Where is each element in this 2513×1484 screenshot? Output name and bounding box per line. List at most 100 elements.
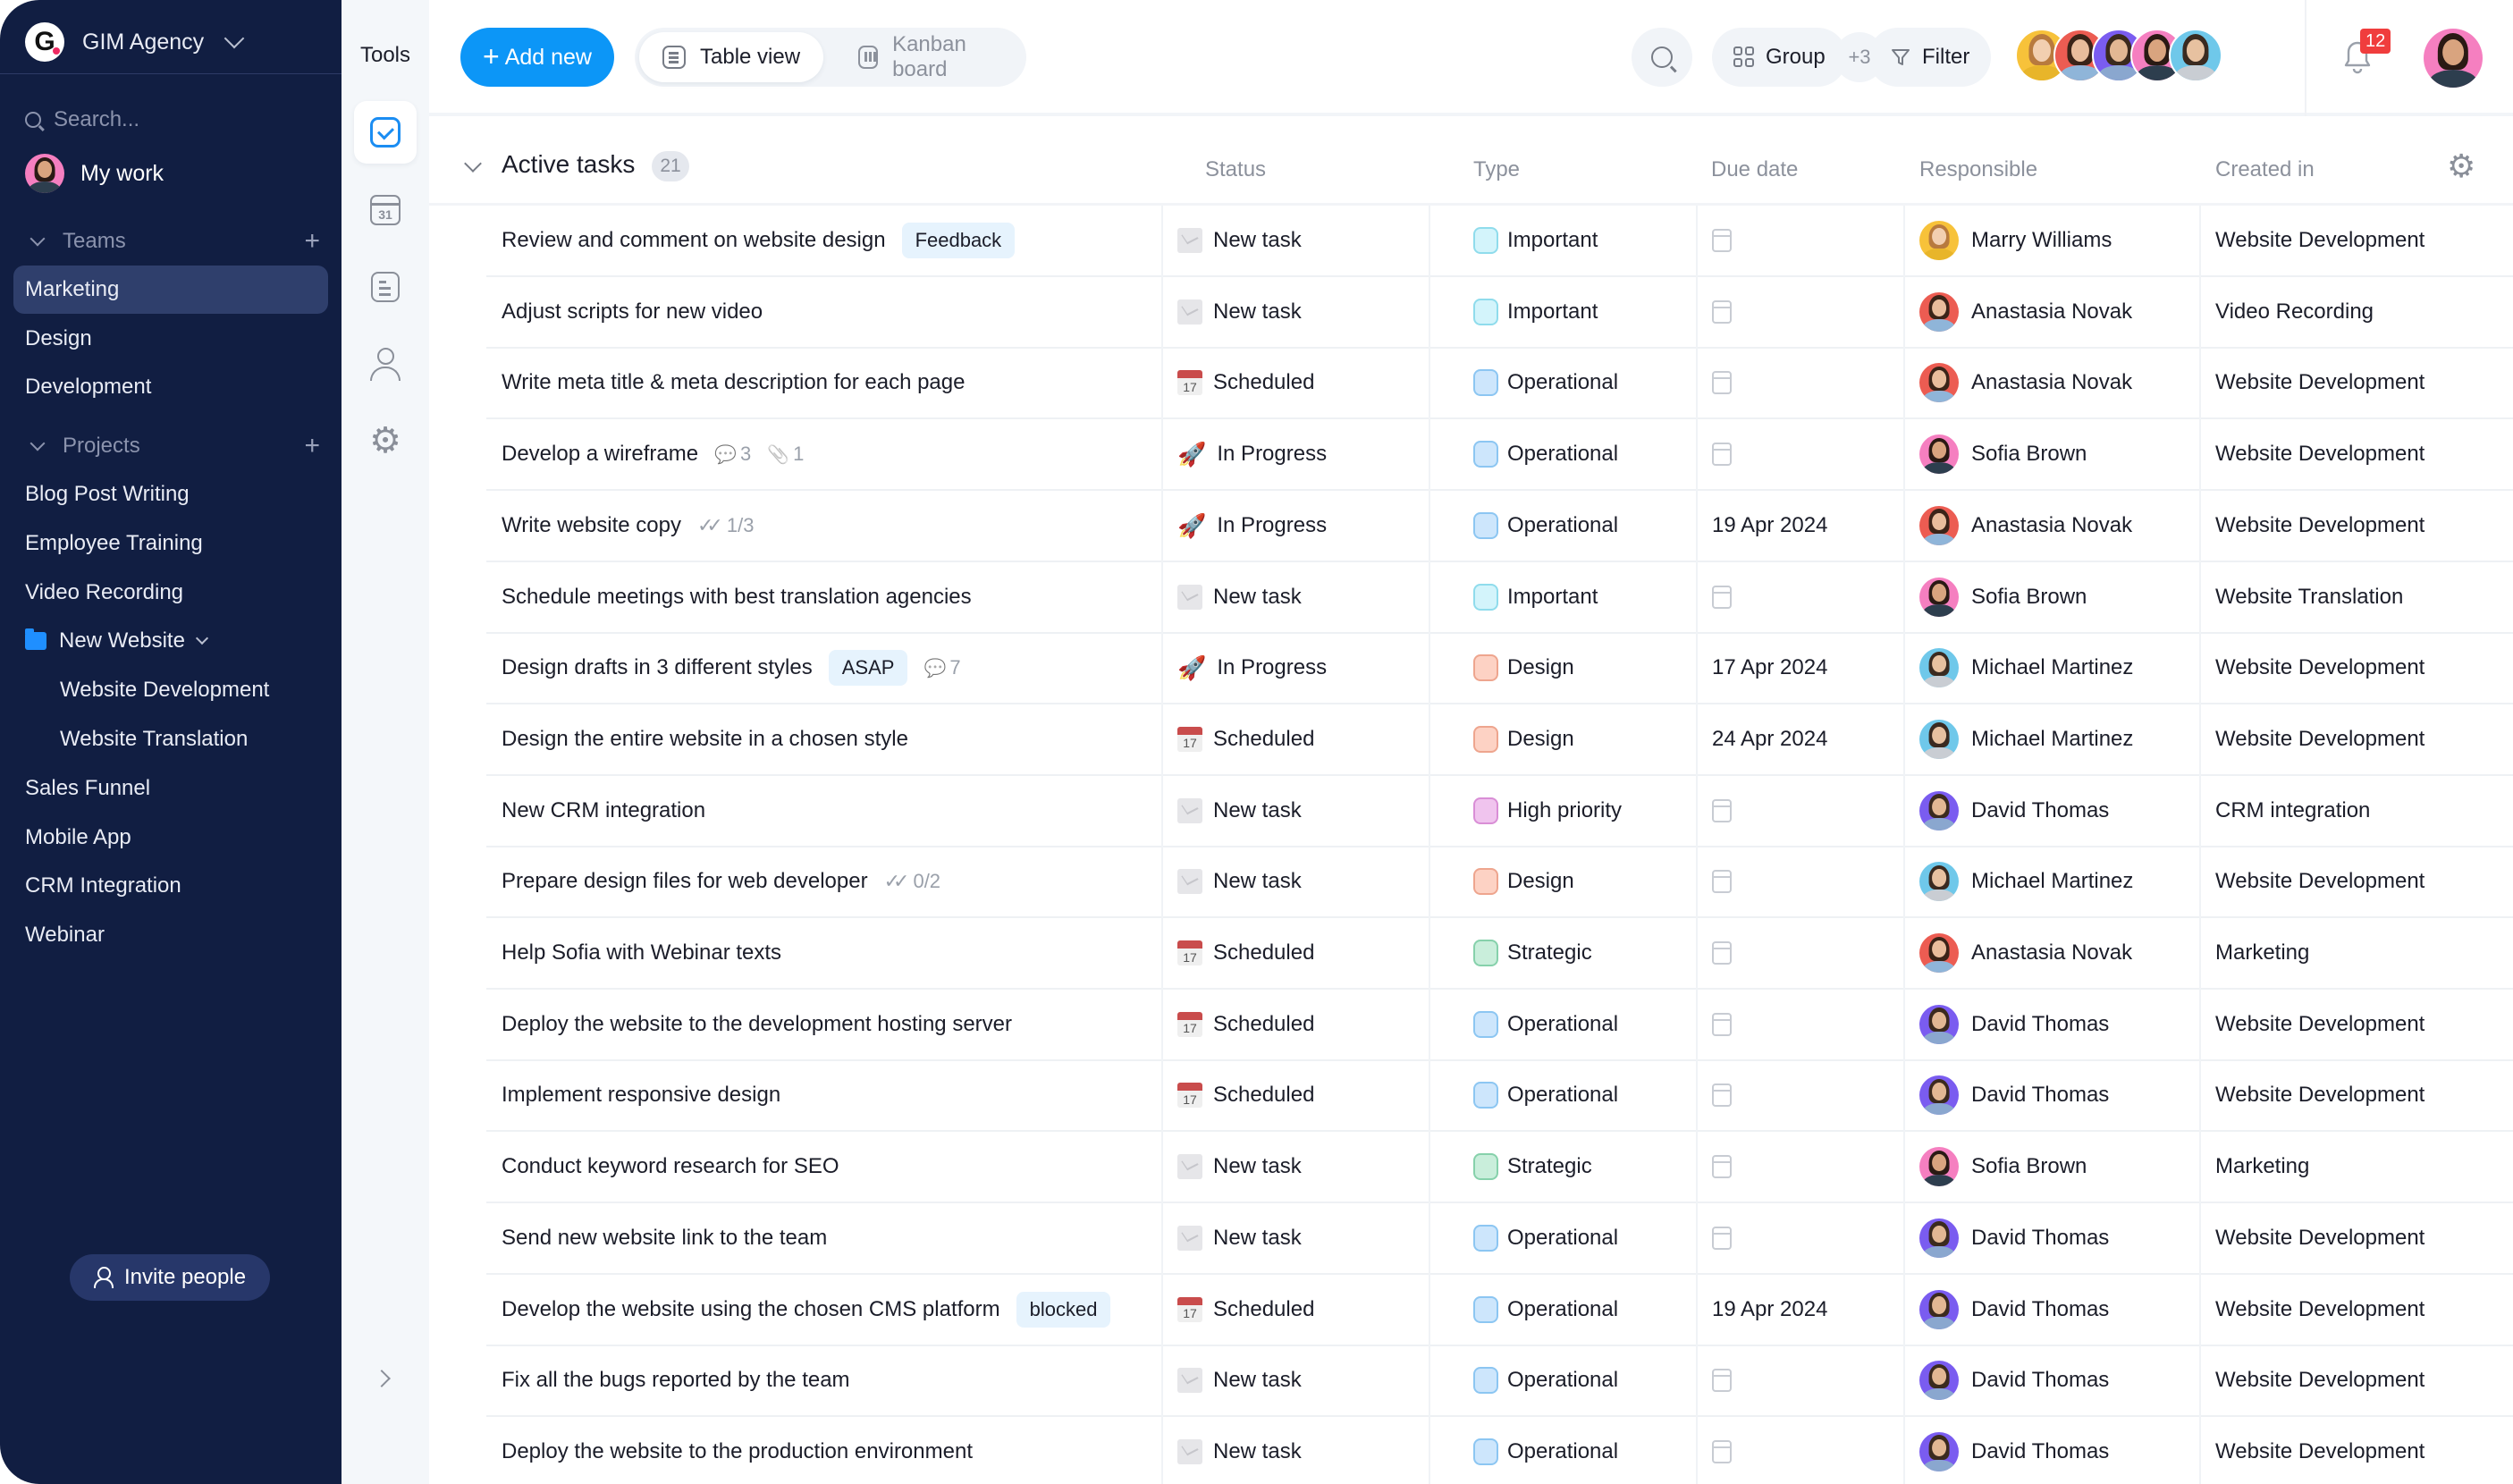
projects-section-header[interactable]: Projects + [25,428,320,464]
responsible-cell[interactable]: David Thomas [1919,1275,2109,1345]
attachments-count[interactable]: 📎 1 [767,443,804,466]
created-in-cell[interactable]: Website Development [2215,491,2424,561]
column-header-status[interactable]: Status [1205,157,1266,182]
table-row[interactable]: Deploy the website to the production env… [486,1416,2513,1484]
sidebar-item-my-work[interactable]: My work [25,154,164,193]
table-settings-gear-icon[interactable]: ⚙ [2447,150,2475,182]
sidebar-item-project[interactable]: Video Recording [13,569,328,617]
due-date-cell[interactable]: 19 Apr 2024 [1712,491,1827,561]
status-cell[interactable]: 17 Scheduled [1177,918,1314,988]
tool-documents[interactable] [354,256,417,318]
type-cell[interactable]: Important [1473,277,1598,347]
type-cell[interactable]: Operational [1473,1060,1618,1130]
calendar-placeholder-icon[interactable] [1712,1155,1732,1179]
created-in-cell[interactable]: CRM integration [2215,776,2370,846]
type-cell[interactable]: Design [1473,704,1574,774]
created-in-cell[interactable]: Website Translation [2215,562,2403,632]
type-cell[interactable]: Operational [1473,1417,1618,1484]
task-title-cell[interactable]: Write website copy ✓✓ 1/3 [502,491,754,561]
due-date-cell[interactable] [1712,419,1732,489]
task-title-cell[interactable]: Implement responsive design [502,1060,780,1130]
table-row[interactable]: Develop the website using the chosen CMS… [486,1274,2513,1346]
type-cell[interactable]: Operational [1473,990,1618,1059]
task-title-cell[interactable]: Help Sofia with Webinar texts [502,918,781,988]
tab-table-view[interactable]: Table view [639,32,824,82]
members-avatars[interactable] [2015,29,2222,86]
type-cell[interactable]: Operational [1473,1345,1618,1415]
responsible-cell[interactable]: Sofia Brown [1919,1132,2087,1202]
type-cell[interactable]: Design [1473,847,1574,916]
table-row[interactable]: Implement responsive design 17 Scheduled Op… [486,1060,2513,1133]
responsible-cell[interactable]: David Thomas [1919,1417,2109,1484]
status-cell[interactable]: 17 Scheduled [1177,990,1314,1059]
task-title-cell[interactable]: Deploy the website to the development ho… [502,990,1012,1059]
task-title[interactable]: Schedule meetings with best translation … [502,585,972,610]
due-date-cell[interactable] [1712,990,1732,1059]
status-cell[interactable]: 🚀 In Progress [1177,491,1327,561]
due-date-cell[interactable] [1712,847,1732,916]
created-in-cell[interactable]: Website Development [2215,990,2424,1059]
task-title[interactable]: Review and comment on website design [502,228,886,253]
sidebar-item-project[interactable]: Mobile App [13,814,328,862]
created-in-cell[interactable]: Marketing [2215,918,2309,988]
task-title[interactable]: Design the entire website in a chosen st… [502,727,908,752]
responsible-cell[interactable]: David Thomas [1919,990,2109,1059]
responsible-cell[interactable]: Michael Martinez [1919,633,2133,703]
calendar-placeholder-icon[interactable] [1712,229,1732,252]
status-cell[interactable]: New task [1177,847,1302,916]
table-row[interactable]: New CRM integration New task High priority… [486,775,2513,847]
subtasks-progress[interactable]: ✓✓ 1/3 [697,514,754,537]
collapse-chevron-icon[interactable] [464,155,482,173]
group-button[interactable]: Group [1712,28,1847,87]
task-title[interactable]: Prepare design files for web developer [502,869,868,894]
created-in-cell[interactable]: Website Development [2215,1417,2424,1484]
type-cell[interactable]: Operational [1473,419,1618,489]
type-cell[interactable]: Operational [1473,348,1618,417]
calendar-placeholder-icon[interactable] [1712,1369,1732,1393]
task-title[interactable]: Adjust scripts for new video [502,299,763,325]
created-in-cell[interactable]: Website Development [2215,1275,2424,1345]
task-title-cell[interactable]: Design drafts in 3 different styles ASAP 💬… [502,633,961,703]
task-title[interactable]: New CRM integration [502,798,705,823]
add-project-icon[interactable]: + [304,433,320,460]
sidebar-item-team[interactable]: Design [13,315,328,363]
created-in-cell[interactable]: Marketing [2215,1132,2309,1202]
sidebar-item-project[interactable]: Website Translation [13,715,328,763]
task-title-cell[interactable]: Conduct keyword research for SEO [502,1132,839,1202]
created-in-cell[interactable]: Website Development [2215,704,2424,774]
expand-chevron-right-icon[interactable] [373,1370,391,1387]
tab-kanban-board[interactable]: Kanban board [835,32,1026,82]
task-title[interactable]: Implement responsive design [502,1083,780,1108]
type-cell[interactable]: Important [1473,562,1598,632]
task-title[interactable]: Help Sofia with Webinar texts [502,940,781,965]
task-title[interactable]: Design drafts in 3 different styles [502,655,813,680]
table-row[interactable]: Design drafts in 3 different styles ASAP 💬… [486,633,2513,705]
created-in-cell[interactable]: Website Development [2215,847,2424,916]
comments-count[interactable]: 💬 7 [923,656,960,679]
sidebar-search[interactable]: Search... [25,100,139,139]
search-button[interactable] [1632,28,1692,87]
calendar-placeholder-icon[interactable] [1712,299,1732,324]
responsible-cell[interactable]: Michael Martinez [1919,847,2133,916]
responsible-cell[interactable]: David Thomas [1919,1203,2109,1273]
column-header-created-in[interactable]: Created in [2215,157,2315,182]
status-cell[interactable]: 17 Scheduled [1177,704,1314,774]
task-title[interactable]: Deploy the website to the development ho… [502,1012,1012,1037]
sidebar-item-team[interactable]: Marketing [13,266,328,314]
due-date-cell[interactable] [1712,206,1732,275]
calendar-placeholder-icon[interactable] [1712,1439,1732,1463]
table-row[interactable]: Schedule meetings with best translation … [486,561,2513,634]
calendar-placeholder-icon[interactable] [1712,585,1732,609]
status-cell[interactable]: New task [1177,206,1302,275]
task-title-cell[interactable]: Fix all the bugs reported by the team [502,1345,850,1415]
table-row[interactable]: Adjust scripts for new video New task Impo… [486,276,2513,349]
table-row[interactable]: Develop a wireframe 💬 3 📎 1 🚀 In Progress Opera… [486,419,2513,492]
due-date-cell[interactable] [1712,1060,1732,1130]
add-team-icon[interactable]: + [304,228,320,255]
member-avatar[interactable] [2169,29,2222,82]
task-title-cell[interactable]: Send new website link to the team [502,1203,827,1273]
task-title[interactable]: Write website copy [502,513,681,538]
due-date-cell[interactable]: 19 Apr 2024 [1712,1275,1827,1345]
table-row[interactable]: Write meta title & meta description for … [486,348,2513,420]
invite-people-button[interactable]: Invite people [70,1254,270,1301]
